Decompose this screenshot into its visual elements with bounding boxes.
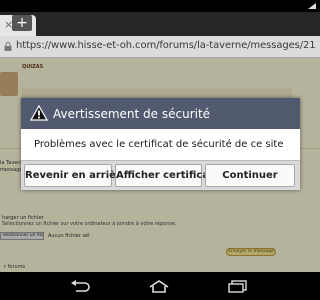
navigation-bar [0,272,320,300]
lock-icon [4,42,12,51]
dialog-header: Avertissement de sécurité [21,98,300,129]
warning-icon [30,105,48,121]
new-tab-button[interactable]: + [12,15,32,31]
security-warning-dialog: Avertissement de sécurité Problèmes avec… [21,98,300,190]
signal-icon [308,3,316,9]
url-text[interactable]: https://www.hisse-et-oh.com/forums/la-ta… [16,40,316,51]
back-icon[interactable] [70,280,92,292]
tab-strip: × + [0,12,320,36]
dialog-title: Avertissement de sécurité [53,107,211,121]
continue-button[interactable]: Continuer [205,164,295,187]
address-bar[interactable]: https://www.hisse-et-oh.com/forums/la-ta… [0,36,320,58]
dialog-button-row: Revenir en arrière Afficher certificat C… [21,160,300,190]
status-bar [0,0,320,12]
view-certificate-button[interactable]: Afficher certificat [115,164,214,187]
dialog-message: Problèmes avec le certificat de sécurité… [34,139,284,150]
go-back-button[interactable]: Revenir en arrière [24,164,128,187]
home-icon[interactable] [148,280,170,293]
recent-apps-icon[interactable] [228,280,248,293]
